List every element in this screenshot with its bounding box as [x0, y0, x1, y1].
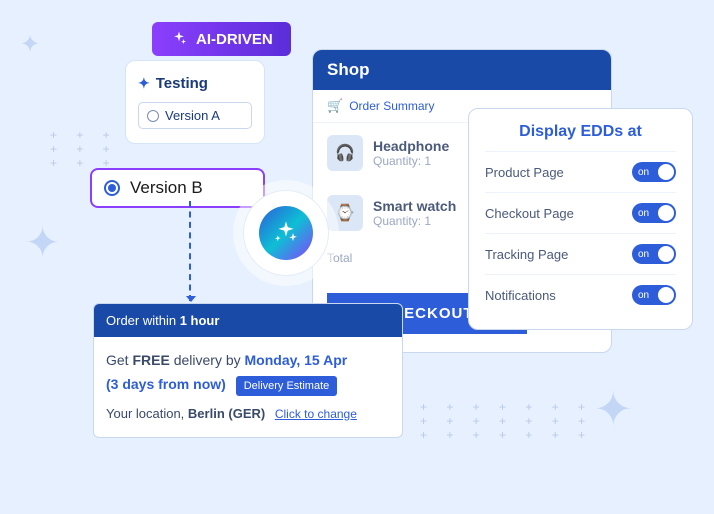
delivery-days: (3 days from now)	[106, 376, 226, 392]
testing-panel: ✦ Testing Version A	[125, 60, 265, 144]
badge-label: AI-DRIVEN	[196, 31, 273, 48]
edd-label: Checkout Page	[485, 206, 574, 221]
change-location-link[interactable]: Click to change	[275, 407, 357, 421]
edd-title: Display EDDs at	[485, 123, 676, 141]
edd-row-checkout: Checkout Page on	[485, 192, 676, 233]
toggle-on[interactable]: on	[632, 244, 676, 264]
location-value: Berlin (GER)	[188, 406, 265, 421]
edd-row-product: Product Page on	[485, 151, 676, 192]
delivery-header: Order within 1 hour	[94, 304, 402, 337]
headphone-icon: 🎧	[327, 135, 363, 171]
sparkle-icon	[170, 30, 188, 48]
version-a-option[interactable]: Version A	[138, 102, 252, 129]
delivery-line2: (3 days from now) Delivery Estimate	[106, 373, 390, 397]
header-bold: 1 hour	[180, 313, 220, 328]
version-b-label: Version B	[130, 178, 203, 198]
item-qty: Quantity: 1	[373, 154, 449, 168]
location-line: Your location, Berlin (GER) Click to cha…	[106, 403, 390, 425]
shop-header: Shop	[313, 50, 611, 90]
order-summary-label: Order Summary	[349, 99, 434, 113]
edd-label: Notifications	[485, 288, 556, 303]
delivery-date: Monday, 15 Apr	[245, 352, 348, 368]
radio-checked-icon	[104, 180, 120, 196]
watch-icon: ⌚	[327, 195, 363, 231]
testing-title-label: Testing	[156, 75, 208, 92]
free-label: FREE	[132, 352, 169, 368]
edd-row-notifications: Notifications on	[485, 274, 676, 315]
toggle-on[interactable]: on	[632, 203, 676, 223]
item-name: Smart watch	[373, 198, 456, 214]
item-qty: Quantity: 1	[373, 214, 456, 228]
ai-orb	[243, 190, 329, 276]
edd-row-tracking: Tracking Page on	[485, 233, 676, 274]
delivery-estimate-button[interactable]: Delivery Estimate	[236, 376, 338, 396]
version-b-option[interactable]: Version B	[90, 168, 265, 208]
decorative-dots: + + ++ + ++ + +	[50, 128, 118, 170]
decorative-dots: + + + + + + ++ + + + + + ++ + + + + + +	[420, 400, 593, 442]
sparkle-icon	[272, 219, 300, 247]
t: Get	[106, 352, 132, 368]
connector-arrow	[189, 201, 191, 301]
testing-title: ✦ Testing	[138, 75, 252, 92]
radio-unchecked-icon	[147, 110, 159, 122]
edd-panel: Display EDDs at Product Page on Checkout…	[468, 108, 693, 330]
decorative-star-icon: ✦	[594, 382, 633, 436]
delivery-line: Get FREE delivery by Monday, 15 Apr	[106, 349, 390, 373]
ai-driven-badge: AI-DRIVEN	[152, 22, 291, 56]
toggle-on[interactable]: on	[632, 285, 676, 305]
edd-label: Tracking Page	[485, 247, 568, 262]
decorative-star-icon: ✦	[25, 218, 60, 267]
decorative-star-icon: ✦	[20, 30, 40, 59]
version-a-label: Version A	[165, 108, 220, 123]
item-name: Headphone	[373, 138, 449, 154]
t: Your location,	[106, 406, 188, 421]
edd-label: Product Page	[485, 165, 564, 180]
delivery-estimate-panel: Order within 1 hour Get FREE delivery by…	[93, 303, 403, 438]
cart-icon: 🛒	[327, 98, 343, 114]
header-prefix: Order within	[106, 313, 180, 328]
sparkle-icon: ✦	[138, 75, 150, 92]
toggle-on[interactable]: on	[632, 162, 676, 182]
t: delivery by	[170, 352, 245, 368]
